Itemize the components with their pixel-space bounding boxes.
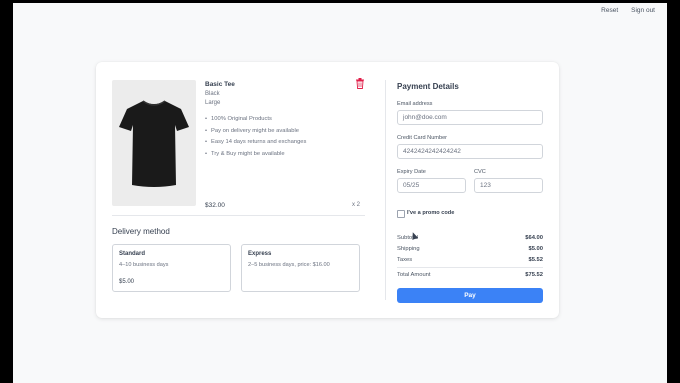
- product-size: Large: [205, 100, 221, 106]
- card-number-label: Credit Card Number: [397, 135, 448, 141]
- product-name: Basic Tee: [205, 81, 235, 88]
- product-color: Black: [205, 91, 220, 97]
- promo-checkbox[interactable]: [397, 210, 405, 218]
- card-number-field[interactable]: 4242424242424242: [397, 144, 543, 159]
- reset-link[interactable]: Reset: [601, 7, 618, 14]
- delivery-option-desc: 2–5 business days, price: $16.00: [248, 262, 330, 268]
- checkout-card: Basic Tee Black Large 100% Original Prod…: [96, 62, 559, 318]
- top-nav: Reset Sign out: [601, 7, 655, 14]
- shipping-label: Shipping: [397, 246, 420, 252]
- delivery-option-title: Express: [248, 251, 272, 257]
- delivery-option-title: Standard: [119, 251, 146, 257]
- shipping-value: $5.00: [528, 246, 543, 252]
- product-quantity[interactable]: x 2: [352, 202, 360, 208]
- feature-list: 100% Original Products Pay on delivery m…: [205, 114, 306, 160]
- email-label: Email address: [397, 101, 433, 107]
- email-field[interactable]: john@doe.com: [397, 110, 543, 125]
- taxes-value: $5.52: [528, 257, 543, 263]
- delivery-option-standard[interactable]: Standard 4–10 business days $5.00: [112, 244, 231, 292]
- payment-title: Payment Details: [397, 82, 459, 91]
- feature-item: Try & Buy might be available: [205, 149, 306, 161]
- product-image: [112, 80, 196, 206]
- total-row: Total Amount $75.52: [397, 272, 543, 278]
- delivery-option-desc: 4–10 business days: [119, 262, 169, 268]
- trash-icon[interactable]: [355, 78, 365, 89]
- taxes-row: Taxes $5.52: [397, 257, 543, 263]
- expiry-field[interactable]: 05/25: [397, 178, 466, 193]
- summary-divider: [397, 267, 543, 268]
- promo-label[interactable]: I've a promo code: [407, 210, 454, 216]
- feature-item: 100% Original Products: [205, 114, 306, 126]
- pay-button[interactable]: Pay: [397, 288, 543, 303]
- shipping-row: Shipping $5.00: [397, 246, 543, 252]
- subtotal-value: $64.00: [525, 235, 543, 241]
- taxes-label: Taxes: [397, 257, 413, 263]
- feature-item: Pay on delivery might be available: [205, 126, 306, 138]
- cvc-field[interactable]: 123: [474, 178, 543, 193]
- delivery-option-price: $5.00: [119, 279, 135, 285]
- product-price: $32.00: [205, 202, 225, 209]
- sign-out-link[interactable]: Sign out: [631, 7, 655, 14]
- delivery-option-express[interactable]: Express 2–5 business days, price: $16.00: [241, 244, 360, 292]
- divider: [112, 215, 365, 216]
- column-divider: [385, 80, 386, 300]
- expiry-label: Expiry Date: [397, 169, 426, 175]
- total-value: $75.52: [525, 272, 543, 278]
- cvc-label: CVC: [474, 169, 486, 175]
- tshirt-icon: [119, 100, 189, 187]
- delivery-title: Delivery method: [112, 227, 170, 236]
- feature-item: Easy 14 days returns and exchanges: [205, 137, 306, 149]
- total-label: Total Amount: [397, 272, 431, 278]
- subtotal-row: Subtotal $64.00: [397, 235, 543, 241]
